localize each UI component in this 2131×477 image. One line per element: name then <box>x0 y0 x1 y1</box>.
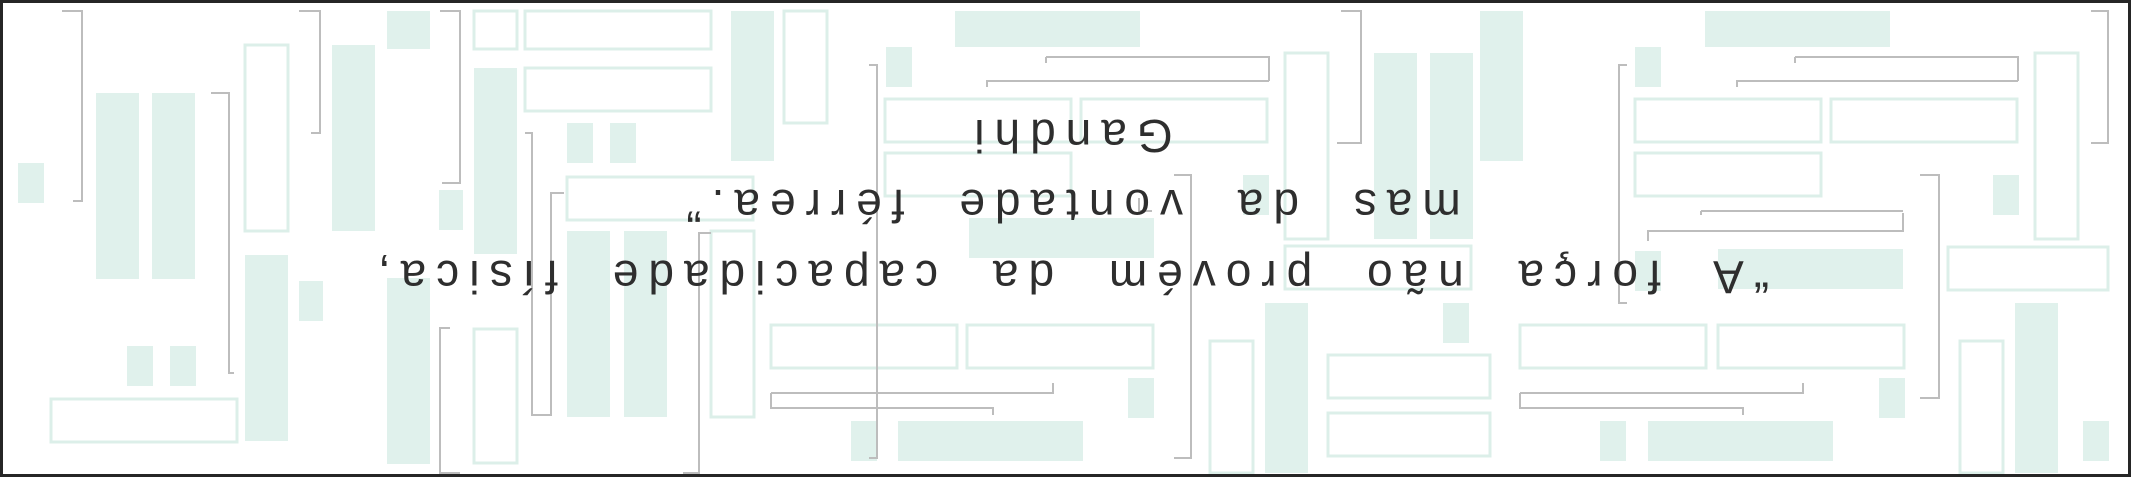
quote-banner: “A força não provém da capacidade física… <box>0 0 2131 477</box>
decorative-pattern <box>18 9 2110 474</box>
